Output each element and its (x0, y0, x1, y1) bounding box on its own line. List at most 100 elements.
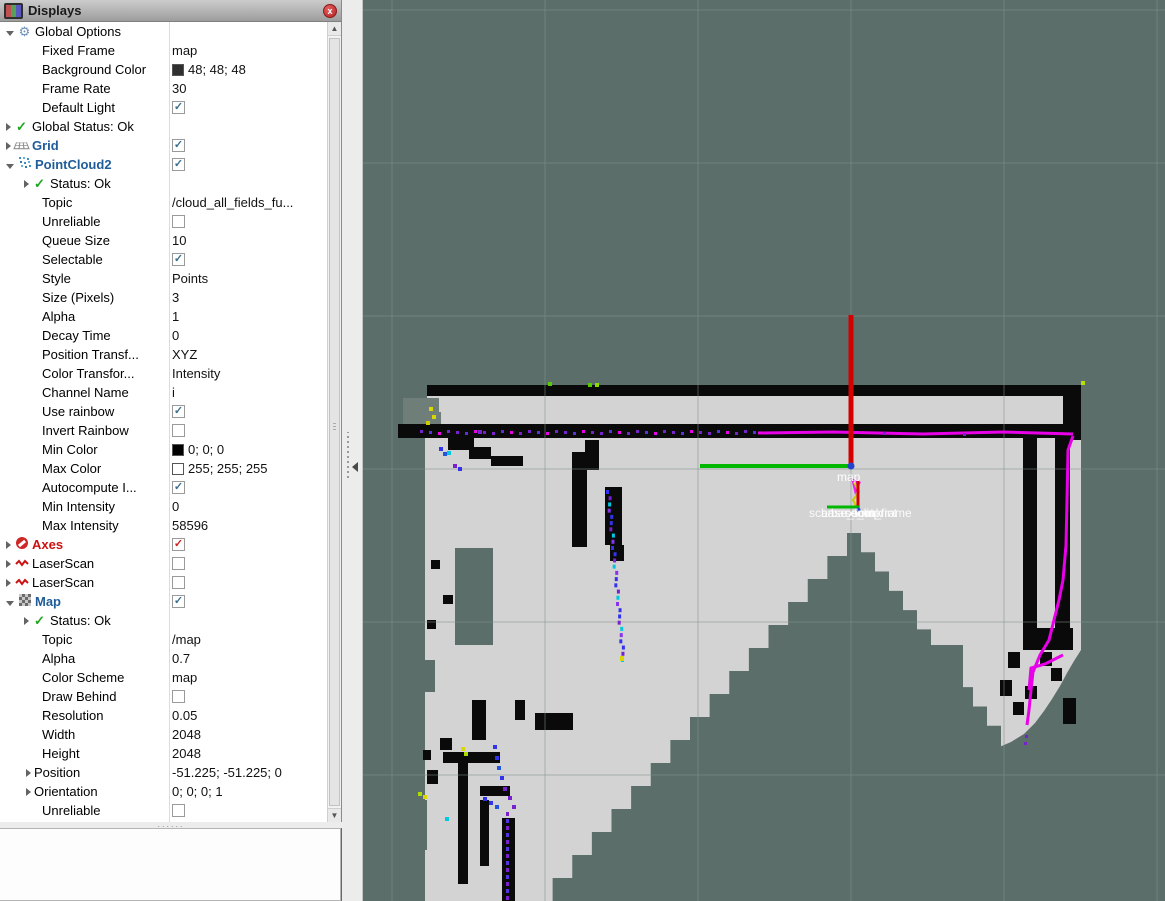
checkbox[interactable] (172, 690, 185, 703)
checkbox[interactable]: ✓ (172, 405, 185, 418)
tree-row-axes[interactable]: Axes✓ (0, 535, 327, 554)
row-value[interactable]: 3 (172, 288, 327, 307)
checkbox[interactable]: ✓ (172, 595, 185, 608)
tree-row-status-ok[interactable]: ✓Status: Ok (0, 611, 327, 630)
row-value[interactable]: 0.7 (172, 649, 327, 668)
row-value[interactable]: 0 (172, 497, 327, 516)
tree-row-decay-time[interactable]: Decay Time0 (0, 326, 327, 345)
scroll-down-icon[interactable]: ▼ (328, 808, 341, 822)
scene-canvas[interactable]: mapscanbase_footprintbase_linkodomimu_fr… (363, 0, 1165, 901)
tree-row-selectable[interactable]: Selectable✓ (0, 250, 327, 269)
tree-row-topic[interactable]: Topic/map (0, 630, 327, 649)
row-value[interactable]: 0; 0; 0; 1 (172, 782, 327, 801)
color-swatch[interactable] (172, 463, 184, 475)
chevron-right-icon[interactable] (6, 560, 11, 568)
tree-row-fixed-frame[interactable]: Fixed Framemap (0, 41, 327, 60)
panel-title-bar[interactable]: Displays x (0, 0, 341, 22)
chevron-right-icon[interactable] (6, 142, 11, 150)
tree-scrollbar[interactable]: ▲ ▼ (327, 22, 341, 822)
checkbox[interactable]: ✓ (172, 481, 185, 494)
tree-row-max-color[interactable]: Max Color255; 255; 255 (0, 459, 327, 478)
row-value[interactable]: ✓ (172, 478, 327, 497)
row-value[interactable]: Intensity (172, 364, 327, 383)
row-value[interactable] (172, 212, 327, 231)
color-swatch[interactable] (172, 64, 184, 76)
row-value[interactable]: 58596 (172, 516, 327, 535)
chevron-right-icon[interactable] (24, 180, 29, 188)
tree-row-draw-behind[interactable]: Draw Behind (0, 687, 327, 706)
row-value[interactable]: map (172, 668, 327, 687)
checkbox[interactable] (172, 576, 185, 589)
row-value[interactable] (172, 421, 327, 440)
row-value[interactable] (172, 611, 327, 630)
chevron-down-icon[interactable] (6, 164, 14, 169)
tree-row-global-options[interactable]: ⚙Global Options (0, 22, 327, 41)
row-value[interactable] (172, 22, 327, 41)
row-value[interactable]: /map (172, 630, 327, 649)
row-value[interactable]: 0; 0; 0 (172, 440, 327, 459)
row-value[interactable]: Points (172, 269, 327, 288)
chevron-right-icon[interactable] (26, 769, 31, 777)
tree-row-global-status-ok[interactable]: ✓Global Status: Ok (0, 117, 327, 136)
chevron-right-icon[interactable] (24, 617, 29, 625)
checkbox[interactable]: ✓ (172, 158, 185, 171)
row-value[interactable]: ✓ (172, 592, 327, 611)
row-value[interactable]: 2048 (172, 725, 327, 744)
tree-row-autocompute-i[interactable]: Autocompute I...✓ (0, 478, 327, 497)
color-swatch[interactable] (172, 444, 184, 456)
row-value[interactable]: 0 (172, 326, 327, 345)
row-value[interactable]: 30 (172, 79, 327, 98)
tree-row-alpha[interactable]: Alpha1 (0, 307, 327, 326)
tree-row-alpha[interactable]: Alpha0.7 (0, 649, 327, 668)
scroll-up-icon[interactable]: ▲ (328, 22, 341, 36)
row-value[interactable]: 255; 255; 255 (172, 459, 327, 478)
checkbox[interactable] (172, 424, 185, 437)
tree-row-status-ok[interactable]: ✓Status: Ok (0, 174, 327, 193)
checkbox[interactable] (172, 215, 185, 228)
row-value[interactable]: ✓ (172, 155, 327, 174)
row-value[interactable] (172, 174, 327, 193)
row-value[interactable] (172, 801, 327, 820)
tree-row-queue-size[interactable]: Queue Size10 (0, 231, 327, 250)
tree-row-laserscan[interactable]: LaserScan (0, 554, 327, 573)
chevron-right-icon[interactable] (26, 788, 31, 796)
checkbox[interactable]: ✓ (172, 538, 185, 551)
tree-row-position-transf[interactable]: Position Transf...XYZ (0, 345, 327, 364)
row-value[interactable]: /cloud_all_fields_fu... (172, 193, 327, 212)
scrollbar-thumb[interactable] (329, 38, 340, 806)
tree-row-size-pixels[interactable]: Size (Pixels)3 (0, 288, 327, 307)
tree-row-color-scheme[interactable]: Color Schememap (0, 668, 327, 687)
row-value[interactable]: 2048 (172, 744, 327, 763)
row-value[interactable]: ✓ (172, 250, 327, 269)
row-value[interactable]: 0.05 (172, 706, 327, 725)
row-value[interactable]: ✓ (172, 98, 327, 117)
tree-row-style[interactable]: StylePoints (0, 269, 327, 288)
tree-row-frame-rate[interactable]: Frame Rate30 (0, 79, 327, 98)
tree-row-map[interactable]: Map✓ (0, 592, 327, 611)
tree-row-min-color[interactable]: Min Color0; 0; 0 (0, 440, 327, 459)
checkbox[interactable]: ✓ (172, 101, 185, 114)
tree-row-resolution[interactable]: Resolution0.05 (0, 706, 327, 725)
tree-row-unreliable[interactable]: Unreliable (0, 801, 327, 820)
tree-row-color-transfor[interactable]: Color Transfor...Intensity (0, 364, 327, 383)
checkbox[interactable] (172, 557, 185, 570)
tree-row-use-rainbow[interactable]: Use rainbow✓ (0, 402, 327, 421)
tree-row-grid[interactable]: Grid✓ (0, 136, 327, 155)
tree-row-channel-name[interactable]: Channel Namei (0, 383, 327, 402)
row-value[interactable]: map (172, 41, 327, 60)
chevron-down-icon[interactable] (6, 31, 14, 36)
checkbox[interactable]: ✓ (172, 253, 185, 266)
row-value[interactable]: ✓ (172, 136, 327, 155)
checkbox[interactable]: ✓ (172, 139, 185, 152)
row-value[interactable] (172, 554, 327, 573)
row-value[interactable] (172, 687, 327, 706)
tree-row-invert-rainbow[interactable]: Invert Rainbow (0, 421, 327, 440)
row-value[interactable]: ✓ (172, 402, 327, 421)
tree-row-height[interactable]: Height2048 (0, 744, 327, 763)
panel-collapse-handle[interactable] (345, 432, 359, 492)
chevron-right-icon[interactable] (6, 541, 11, 549)
render-view-3d[interactable]: mapscanbase_footprintbase_linkodomimu_fr… (363, 0, 1165, 901)
row-value[interactable]: -51.225; -51.225; 0 (172, 763, 327, 782)
tree-row-laserscan[interactable]: LaserScan (0, 573, 327, 592)
tree-row-topic[interactable]: Topic/cloud_all_fields_fu... (0, 193, 327, 212)
